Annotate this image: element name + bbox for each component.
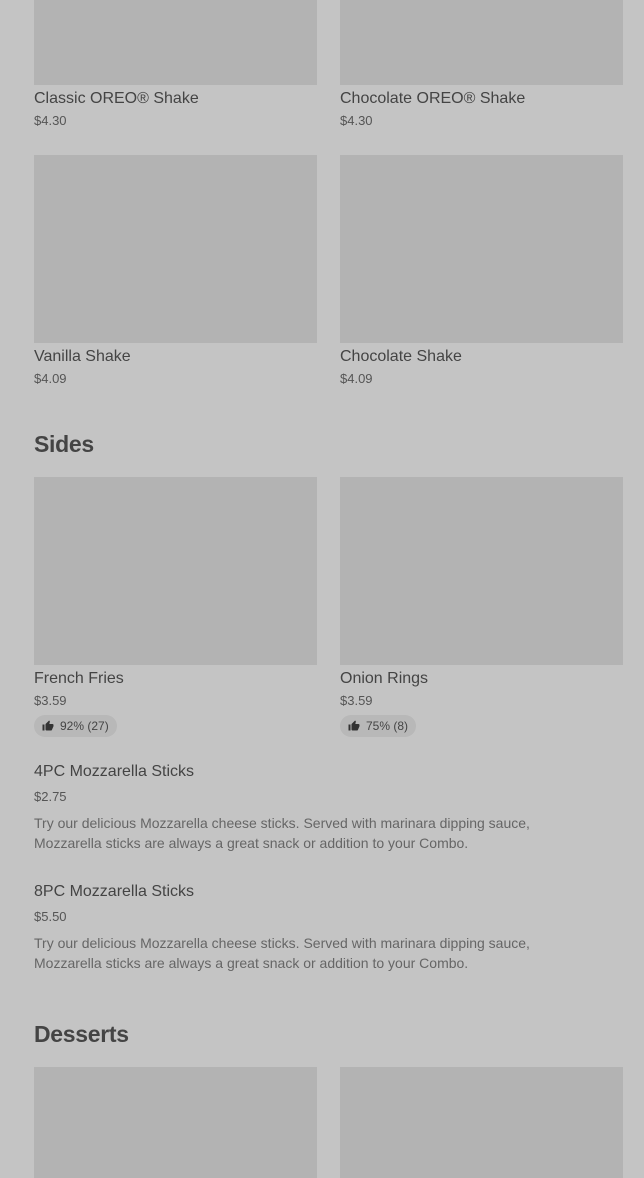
item-image[interactable] [34,0,317,85]
sides-row: French Fries $3.59 92% (27) Onion Rings … [34,477,623,737]
item-image[interactable] [340,155,623,343]
item-price: $4.09 [340,371,373,386]
menu-list-item[interactable]: 4PC Mozzarella Sticks $2.75 Try our deli… [34,763,574,853]
rating-text: 92% (27) [60,719,109,733]
menu-item-card[interactable]: Chocolate Shake $4.09 [340,155,623,387]
rating-text: 75% (8) [366,719,409,733]
shakes-row-2: Vanilla Shake $4.09 Chocolate Shake $4.0… [34,155,623,387]
item-image[interactable] [340,477,623,665]
item-description: Try our delicious Mozzarella cheese stic… [34,815,530,851]
item-image[interactable] [34,477,317,665]
thumbs-up-icon [42,720,54,731]
item-price: $4.30 [34,113,67,128]
item-price: $2.75 [34,789,67,804]
item-name: 4PC Mozzarella Sticks [34,763,195,780]
menu-item-card[interactable]: Chocolate OREO® Shake $4.30 [340,0,623,129]
desserts-row [34,1067,623,1178]
section-title-sides: Sides [34,431,94,457]
item-price: $3.59 [340,693,373,708]
item-name: Vanilla Shake [34,348,131,365]
menu-list-item[interactable]: 8PC Mozzarella Sticks $5.50 Try our deli… [34,883,574,973]
menu-item-card[interactable]: Classic OREO® Shake $4.30 [34,0,317,129]
thumbs-up-icon [348,720,360,731]
menu-item-card[interactable]: Vanilla Shake $4.09 [34,155,317,387]
menu-item-card[interactable]: Onion Rings $3.59 75% (8) [340,477,623,737]
item-name: French Fries [34,670,124,687]
item-image[interactable] [340,1067,623,1178]
item-description: Try our delicious Mozzarella cheese stic… [34,935,530,971]
item-image[interactable] [340,0,623,85]
shakes-row-1: Classic OREO® Shake $4.30 Chocolate OREO… [34,0,623,129]
item-name: Chocolate Shake [340,348,462,365]
item-price: $4.30 [340,113,373,128]
section-title-desserts: Desserts [34,1021,129,1047]
item-image[interactable] [34,1067,317,1178]
rating-badge: 92% (27) [34,715,117,737]
item-price: $3.59 [34,693,67,708]
menu-item-card[interactable] [34,1067,317,1178]
item-image[interactable] [34,155,317,343]
item-price: $4.09 [34,371,67,386]
menu-item-card[interactable]: French Fries $3.59 92% (27) [34,477,317,737]
item-name: Classic OREO® Shake [34,90,199,107]
item-price: $5.50 [34,909,67,924]
item-name: 8PC Mozzarella Sticks [34,883,195,900]
rating-badge: 75% (8) [340,715,417,737]
menu-item-card[interactable] [340,1067,623,1178]
item-name: Onion Rings [340,670,429,687]
item-name: Chocolate OREO® Shake [340,90,526,107]
